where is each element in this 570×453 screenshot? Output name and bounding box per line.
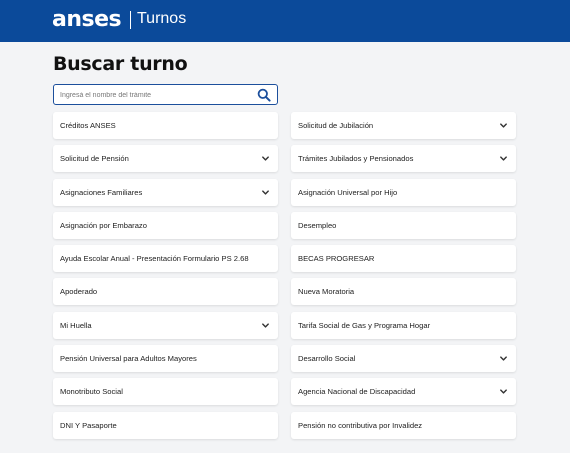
chevron-down-icon[interactable] — [499, 387, 508, 396]
procedure-item-label: Trámites Jubilados y Pensionados — [298, 154, 414, 164]
procedure-item-label: Apoderado — [60, 287, 98, 297]
procedure-item-label: Mi Huella — [60, 320, 92, 330]
chevron-down-icon[interactable] — [261, 321, 270, 330]
procedure-item-tarifa-social-de-gas-y-programa-hogar[interactable]: Tarifa Social de Gas y Programa Hogar — [291, 311, 516, 339]
procedure-item-tramites-jubilados-y-pensionados[interactable]: Trámites Jubilados y Pensionados — [291, 145, 516, 173]
procedure-item-label: Nueva Moratoria — [298, 287, 355, 297]
logo-divider — [130, 11, 131, 29]
procedure-item-label: Desempleo — [298, 220, 337, 230]
procedure-item-pension-no-contributiva-por-invalidez[interactable]: Pensión no contributiva por Invalidez — [291, 411, 516, 439]
procedure-item-label: Pensión Universal para Adultos Mayores — [60, 354, 197, 364]
chevron-down-icon[interactable] — [499, 354, 508, 363]
procedure-item-pension-universal-para-adultos-mayores[interactable]: Pensión Universal para Adultos Mayores — [53, 345, 278, 373]
procedure-item-agencia-nacional-de-discapacidad[interactable]: Agencia Nacional de Discapacidad — [291, 378, 516, 406]
procedure-item-label: Asignación por Embarazo — [60, 220, 147, 230]
chevron-down-icon[interactable] — [261, 154, 270, 163]
procedure-item-label: Tarifa Social de Gas y Programa Hogar — [298, 320, 431, 330]
procedure-item-label: Monotributo Social — [60, 387, 123, 397]
procedure-item-label: BECAS PROGRESAR — [298, 254, 375, 264]
chevron-down-icon[interactable] — [499, 154, 508, 163]
header-subtitle: Turnos — [137, 10, 187, 27]
procedure-item-asignaciones-familiares[interactable]: Asignaciones Familiares — [53, 178, 278, 206]
procedure-item-label: Créditos ANSES — [60, 121, 116, 130]
procedure-item-label: Solicitud de Pensión — [60, 154, 129, 164]
procedure-item-apoderado[interactable]: Apoderado — [53, 278, 278, 306]
procedure-item-becas-progresar[interactable]: BECAS PROGRESAR — [291, 245, 516, 273]
left-column: Créditos ANSES Solicitud de Pensión Asigna… — [53, 112, 278, 445]
procedure-item-desempleo[interactable]: Desempleo — [291, 211, 516, 239]
procedure-item-label: Asignación Universal por Hijo — [298, 187, 398, 197]
procedure-item-label: Agencia Nacional de Discapacidad — [298, 387, 416, 397]
search-icon[interactable] — [257, 88, 271, 102]
procedure-item-monotributo-social[interactable]: Monotributo Social — [53, 378, 278, 406]
procedure-item-label: DNI Y Pasaporte — [60, 420, 117, 430]
procedure-item-desarrollo-social[interactable]: Desarrollo Social — [291, 345, 516, 373]
procedure-item-solicitud-de-jubilacion[interactable]: Solicitud de Jubilación — [291, 112, 516, 139]
page-title: Buscar turno — [53, 53, 188, 75]
procedure-item-label: Pensión no contributiva por Invalidez — [298, 420, 423, 430]
procedure-item-ayuda-escolar-anual-presentacion-formulario-ps-2-68[interactable]: Ayuda Escolar Anual - Presentación Formu… — [53, 245, 278, 273]
search-box — [53, 84, 278, 105]
chevron-down-icon[interactable] — [261, 188, 270, 197]
procedure-item-mi-huella[interactable]: Mi Huella — [53, 311, 278, 339]
procedure-item-asignacion-universal-por-hijo[interactable]: Asignación Universal por Hijo — [291, 178, 516, 206]
chevron-down-icon[interactable] — [499, 121, 508, 130]
procedure-item-nueva-moratoria[interactable]: Nueva Moratoria — [291, 278, 516, 306]
procedure-item-dni-y-pasaporte[interactable]: DNI Y Pasaporte — [53, 411, 278, 439]
procedure-item-solicitud-de-pension[interactable]: Solicitud de Pensión — [53, 145, 278, 173]
procedure-item-label: Desarrollo Social — [298, 354, 356, 364]
header-bar: anses Turnos — [0, 0, 570, 42]
procedure-item-label: Solicitud de Jubilación — [298, 121, 374, 130]
procedure-item-creditos-anses[interactable]: Créditos ANSES — [53, 112, 278, 139]
search-input[interactable] — [60, 87, 250, 103]
procedure-item-asignacion-por-embarazo[interactable]: Asignación por Embarazo — [53, 211, 278, 239]
right-column: Solicitud de Jubilación Trámites Jubilado… — [291, 112, 516, 445]
procedure-item-label: Ayuda Escolar Anual - Presentación Formu… — [60, 254, 249, 264]
anses-logo[interactable]: anses — [52, 7, 122, 32]
procedure-item-label: Asignaciones Familiares — [60, 187, 143, 197]
